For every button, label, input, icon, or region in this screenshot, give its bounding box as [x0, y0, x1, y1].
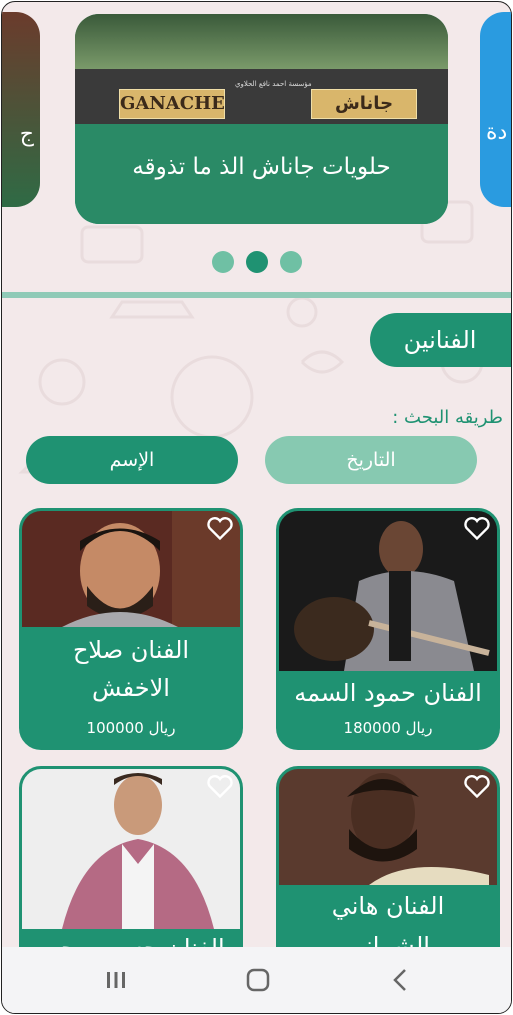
- favorite-heart-icon[interactable]: [463, 773, 491, 799]
- recent-apps-icon[interactable]: [101, 965, 131, 995]
- banner-photo-sky: [75, 14, 448, 69]
- carousel-banner[interactable]: GANACHE مؤسسة احمد نافع الحلاوي جاناش حل…: [75, 14, 448, 224]
- artist-price: 100000 ريال: [86, 719, 176, 737]
- carousel-card-previous[interactable]: ج: [2, 12, 40, 207]
- artist-name: الفنان حمود السمه: [294, 679, 482, 707]
- banner-sign-subtitle: مؤسسة احمد نافع الحلاوي: [235, 80, 312, 88]
- carousel-dot-active[interactable]: [246, 251, 268, 273]
- system-navigation-bar: [2, 947, 511, 1013]
- artist-card[interactable]: الفنان هاني الشيباني: [276, 766, 500, 972]
- carousel-dot[interactable]: [280, 251, 302, 273]
- artist-price: 180000 ريال: [343, 719, 433, 737]
- section-divider: [2, 292, 511, 298]
- app-screen: ج دة GANACHE مؤسسة احمد نافع الحلاوي جان…: [1, 1, 512, 1014]
- artist-card[interactable]: الفنان حسين محب: [19, 766, 243, 972]
- search-method-label: طريقه البحث :: [392, 407, 503, 428]
- artist-name: الفنان صلاح: [72, 636, 190, 664]
- favorite-heart-icon[interactable]: [206, 515, 234, 541]
- carousel-previous-text: ج: [19, 122, 34, 147]
- artist-name: الفنان هاني: [331, 892, 445, 920]
- home-icon[interactable]: [243, 965, 273, 995]
- carousel-card-next[interactable]: دة: [480, 12, 511, 207]
- sort-by-name-button[interactable]: الإسم: [26, 436, 238, 484]
- carousel-indicator: [212, 251, 302, 273]
- banner-sign-logo-ar: جاناش: [311, 89, 417, 119]
- carousel-next-text: دة: [486, 120, 508, 145]
- section-title: الفنانين: [370, 313, 511, 367]
- artist-name-line2: الاخفش: [92, 674, 170, 702]
- favorite-heart-icon[interactable]: [463, 515, 491, 541]
- sort-by-date-button[interactable]: التاريخ: [265, 436, 477, 484]
- favorite-heart-icon[interactable]: [206, 773, 234, 799]
- banner-title: حلويات جاناش الذ ما تذوقه: [132, 154, 391, 180]
- artist-card[interactable]: الفنان حمود السمه 180000 ريال: [276, 508, 500, 750]
- banner-sign-logo-en: GANACHE: [119, 89, 225, 119]
- back-icon[interactable]: [386, 965, 416, 995]
- carousel-dot[interactable]: [212, 251, 234, 273]
- artist-card[interactable]: الفنان صلاح الاخفش 100000 ريال: [19, 508, 243, 750]
